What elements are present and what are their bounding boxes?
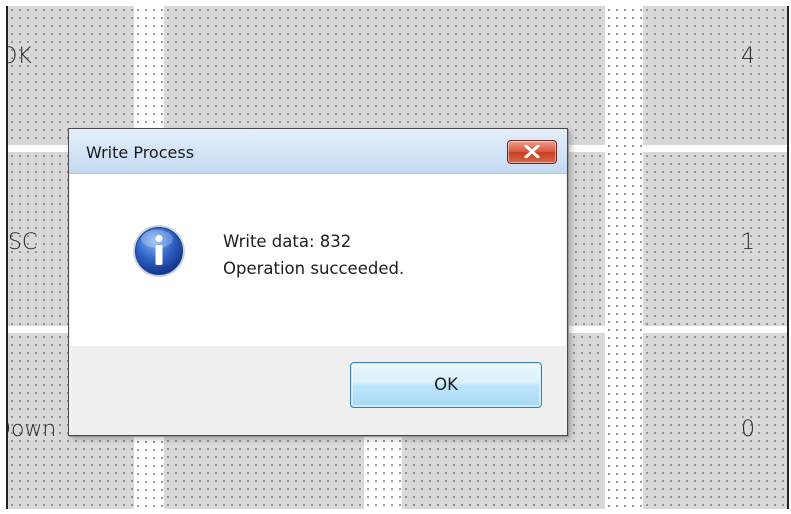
grid-cell-row1-col2 — [164, 6, 605, 145]
grid-value-row2: 1 — [741, 230, 755, 255]
dialog-title: Write Process — [86, 143, 195, 162]
grid-cell-row3-col4 — [643, 333, 787, 509]
close-button[interactable] — [507, 140, 557, 164]
close-icon — [524, 145, 540, 158]
information-icon — [133, 225, 185, 277]
dialog-titlebar[interactable]: Write Process — [69, 129, 567, 174]
grid-label-ok: OK — [8, 44, 32, 69]
message-line-status: Operation succeeded. — [223, 259, 405, 278]
grid-value-row1: 4 — [741, 44, 755, 69]
message-dialog: Write Process Write data: 832 Operation … — [68, 128, 568, 436]
ok-button[interactable]: OK — [350, 362, 542, 408]
grid-value-row3: 0 — [741, 417, 755, 442]
grid-cell-row1-col4 — [643, 6, 787, 145]
grid-label-esc: ESC — [7, 230, 38, 255]
dialog-message: Write data: 832 Operation succeeded. — [223, 228, 404, 282]
grid-label-down: Down — [8, 417, 57, 442]
message-line-write-data: Write data: 832 — [223, 232, 352, 251]
dialog-content: Write data: 832 Operation succeeded. — [70, 174, 566, 346]
grid-gap — [605, 6, 643, 509]
grid-cell-row2-col4 — [643, 152, 787, 326]
grid-cell-row1-col1 — [8, 6, 134, 145]
